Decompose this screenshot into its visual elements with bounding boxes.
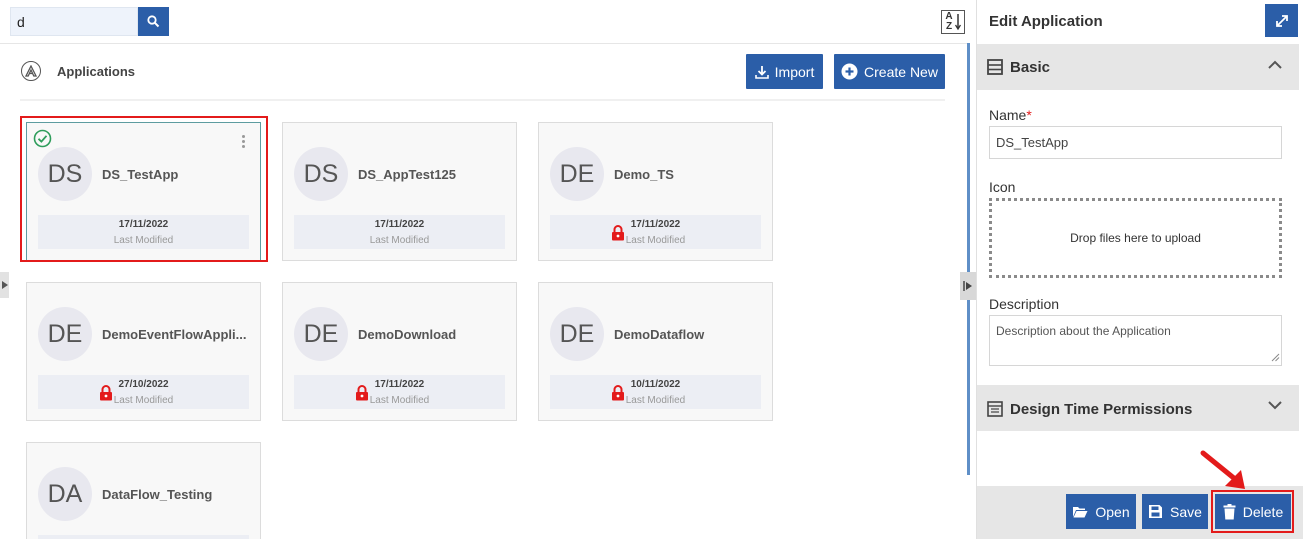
- name-input[interactable]: DS_TestApp: [989, 126, 1282, 159]
- red-arrow-icon: [1200, 450, 1245, 489]
- resize-handle-icon[interactable]: [1271, 353, 1280, 362]
- permissions-section-header[interactable]: Design Time Permissions: [977, 385, 1299, 431]
- app-card-dataflow-testing[interactable]: DA DataFlow_Testing: [26, 442, 261, 539]
- create-new-button[interactable]: Create New: [834, 54, 945, 89]
- app-modified-info: [38, 535, 249, 539]
- panel-collapse-toggle[interactable]: [960, 272, 976, 300]
- panel-title: Edit Application: [989, 13, 1103, 30]
- modified-label: Last Modified: [625, 235, 686, 246]
- folder-open-icon: [1073, 507, 1088, 518]
- app-card-demodataflow[interactable]: DE DemoDataflow 10/11/2022 Last Modified: [538, 282, 773, 421]
- app-root: A Z Applications Import: [0, 0, 1303, 539]
- app-card-demoeventflow[interactable]: DE DemoEventFlowAppli... 27/10/2022 Last…: [26, 282, 261, 421]
- app-card-demodownload[interactable]: DE DemoDownload 17/11/2022 Last Modified: [282, 282, 517, 421]
- create-new-label: Create New: [864, 63, 938, 80]
- modified-date: 17/11/2022: [630, 219, 681, 230]
- expand-panel-button[interactable]: [1265, 4, 1298, 37]
- app-avatar: DE: [294, 307, 348, 361]
- plus-circle-icon: [841, 63, 858, 80]
- app-name: Demo_TS: [614, 167, 674, 182]
- name-label: Name*: [989, 107, 1032, 123]
- edit-application-panel: Edit Application Basic Name* DS_TestApp …: [976, 0, 1303, 539]
- highlight-frame-delete: [1211, 490, 1294, 533]
- app-modified-info: 17/11/2022 Last Modified: [550, 215, 761, 249]
- description-textarea[interactable]: Description about the Application: [989, 315, 1282, 366]
- app-avatar: DS: [294, 147, 348, 201]
- permissions-section-label: Design Time Permissions: [1010, 401, 1193, 418]
- applications-main: A Z Applications Import: [0, 0, 968, 539]
- save-icon: [1149, 505, 1163, 518]
- modified-label: Last Modified: [113, 395, 174, 406]
- applications-icon: [21, 61, 41, 81]
- app-card-demo-ts[interactable]: DE Demo_TS 17/11/2022 Last Modified: [538, 122, 773, 261]
- modified-date: 17/11/2022: [374, 219, 425, 230]
- modified-label: Last Modified: [369, 235, 430, 246]
- import-label: Import: [774, 63, 815, 80]
- description-label: Description: [989, 296, 1060, 312]
- modified-date: 17/11/2022: [374, 379, 425, 390]
- caret-right-icon: [1, 281, 8, 289]
- app-modified-info: 17/11/2022 Last Modified: [294, 375, 505, 409]
- top-divider: [0, 43, 968, 44]
- app-modified-info: 10/11/2022 Last Modified: [550, 375, 761, 409]
- open-button[interactable]: Open: [1066, 494, 1136, 529]
- open-label: Open: [1095, 503, 1130, 520]
- permissions-icon: [987, 401, 1003, 417]
- panel-toggle-icon: [963, 281, 972, 291]
- dropzone-text: Drop files here to upload: [1070, 231, 1201, 245]
- search-icon: [147, 15, 160, 28]
- app-modified-info: 17/11/2022 Last Modified: [294, 215, 505, 249]
- header-divider: [20, 99, 945, 101]
- import-button[interactable]: Import: [746, 54, 823, 89]
- vertical-scrollbar[interactable]: [967, 43, 970, 475]
- modified-label: Last Modified: [369, 395, 430, 406]
- app-avatar: DE: [38, 307, 92, 361]
- collapse-left-toggle[interactable]: [0, 272, 9, 298]
- basic-section-header[interactable]: Basic: [977, 44, 1299, 90]
- app-name: DemoDownload: [358, 327, 457, 342]
- required-mark: *: [1026, 107, 1032, 123]
- icon-label: Icon: [989, 179, 1016, 195]
- app-name: DataFlow_Testing: [102, 487, 213, 502]
- name-label-text: Name: [989, 107, 1027, 123]
- sort-down-arrow-icon: [954, 14, 961, 31]
- sort-label-z: Z: [945, 21, 953, 32]
- icon-dropzone[interactable]: Drop files here to upload: [989, 198, 1282, 278]
- basic-section-label: Basic: [1010, 59, 1051, 76]
- app-avatar: DE: [550, 307, 604, 361]
- save-label: Save: [1170, 503, 1202, 520]
- search-button[interactable]: [138, 7, 169, 36]
- modified-date: 27/10/2022: [118, 379, 169, 390]
- chevron-up-icon: [1268, 60, 1282, 69]
- app-avatar: DA: [38, 467, 92, 521]
- app-name: DemoEventFlowAppli...: [102, 327, 247, 342]
- highlight-frame-card: [20, 116, 268, 262]
- modified-label: Last Modified: [625, 395, 686, 406]
- app-avatar: DE: [550, 147, 604, 201]
- search-input[interactable]: [10, 7, 138, 36]
- save-button[interactable]: Save: [1142, 494, 1208, 529]
- expand-icon: [1275, 14, 1288, 27]
- sort-az-button[interactable]: A Z: [941, 10, 965, 34]
- applications-title: Applications: [57, 64, 136, 79]
- app-name: DS_AppTest125: [358, 167, 457, 182]
- app-name: DemoDataflow: [614, 327, 705, 342]
- chevron-down-icon: [1268, 401, 1282, 410]
- download-icon: [754, 65, 769, 79]
- form-icon: [987, 59, 1003, 75]
- app-modified-info: 27/10/2022 Last Modified: [38, 375, 249, 409]
- modified-date: 10/11/2022: [630, 379, 681, 390]
- app-card-ds-apptest125[interactable]: DS DS_AppTest125 17/11/2022 Last Modifie…: [282, 122, 517, 261]
